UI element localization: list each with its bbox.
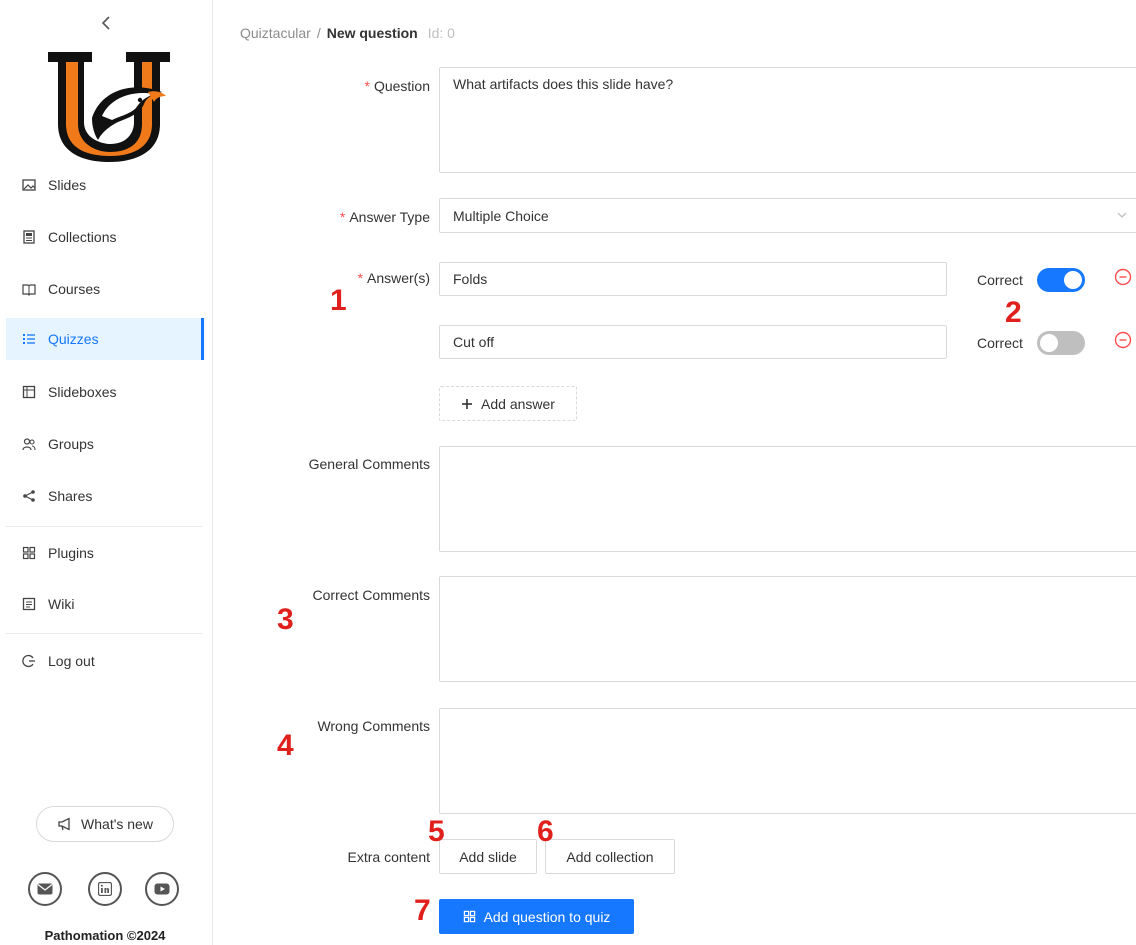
correct-label: Correct	[977, 272, 1023, 288]
extra-content-label: Extra content	[347, 849, 431, 865]
sidebar-item-label: Slideboxes	[48, 384, 117, 400]
sidebar-item-logout[interactable]: Log out	[6, 640, 204, 682]
sidebar-item-label: Courses	[48, 281, 101, 297]
linkedin-icon	[98, 882, 112, 896]
sidebar-item-wiki[interactable]: Wiki	[6, 583, 204, 625]
logout-icon	[22, 654, 36, 668]
answer-type-select[interactable]: Multiple Choice	[439, 198, 1136, 233]
breadcrumb-root-link[interactable]: Quiztacular	[240, 25, 311, 41]
question-textarea[interactable]: What artifacts does this slide have?	[439, 67, 1136, 173]
share-icon	[22, 489, 36, 503]
sidebar-item-plugins[interactable]: Plugins	[6, 532, 204, 574]
plugin-icon	[463, 910, 475, 923]
remove-answer-icon[interactable]	[1114, 268, 1132, 286]
annotation-7: 7	[414, 894, 431, 927]
sidebar-item-label: Wiki	[48, 596, 75, 612]
add-collection-button[interactable]: Add collection	[545, 839, 675, 874]
whats-new-label: What's new	[81, 816, 153, 832]
sidebar-item-slides[interactable]: Slides	[6, 164, 204, 206]
annotation-2: 2	[1005, 296, 1022, 329]
nav-divider	[6, 526, 202, 527]
eagle-logo-icon	[48, 52, 170, 162]
correct-toggle-2[interactable]	[1037, 331, 1085, 355]
whats-new-button[interactable]: What's new	[36, 806, 174, 842]
sidebar-item-label: Groups	[48, 436, 94, 452]
add-question-to-quiz-button[interactable]: Add question to quiz	[439, 899, 634, 934]
annotation-4: 4	[277, 729, 294, 762]
sidebar-item-courses[interactable]: Courses	[6, 268, 204, 310]
correct-comments-textarea[interactable]	[439, 576, 1136, 682]
megaphone-icon	[58, 817, 70, 831]
add-slide-label: Add slide	[459, 848, 517, 865]
nav-divider	[6, 633, 202, 634]
wrong-comments-label: Wrong Comments	[317, 718, 430, 734]
sidebar-item-collections[interactable]: Collections	[6, 216, 204, 258]
linkedin-social-button[interactable]	[88, 872, 122, 906]
add-slide-button[interactable]: Add slide	[439, 839, 537, 874]
sidebar-item-label: Plugins	[48, 545, 94, 561]
chevron-left-icon	[101, 16, 110, 30]
collapse-sidebar-button[interactable]	[96, 12, 116, 34]
copyright-text: Pathomation ©2024	[44, 928, 166, 943]
general-comments-label: General Comments	[308, 456, 430, 472]
email-social-button[interactable]	[28, 872, 62, 906]
wrong-comments-textarea[interactable]	[439, 708, 1136, 814]
annotation-3: 3	[277, 603, 294, 636]
add-answer-button[interactable]: Add answer	[439, 386, 577, 421]
box-icon	[22, 385, 36, 399]
answer-type-value: Multiple Choice	[453, 207, 549, 224]
add-question-to-quiz-label: Add question to quiz	[483, 908, 611, 925]
chevron-down-icon	[1117, 212, 1127, 218]
sidebar-item-label: Shares	[48, 488, 93, 504]
breadcrumb-separator: /	[316, 25, 321, 41]
sidebar-item-shares[interactable]: Shares	[6, 475, 204, 517]
plugin-icon	[22, 546, 36, 560]
answer-input-1[interactable]	[439, 262, 947, 296]
sidebar: Slides Collections Courses Quizzes Slide…	[0, 0, 213, 945]
plus-icon	[462, 398, 473, 409]
list-icon	[22, 332, 36, 346]
remove-answer-icon[interactable]	[1114, 331, 1132, 349]
question-label: * Question	[364, 78, 431, 94]
image-icon	[22, 178, 36, 192]
book-icon	[22, 282, 36, 296]
add-collection-label: Add collection	[566, 848, 654, 865]
general-comments-textarea[interactable]	[439, 446, 1136, 552]
breadcrumb: Quiztacular / New question Id: 0	[240, 25, 455, 41]
sidebar-item-label: Slides	[48, 177, 87, 193]
breadcrumb-current: New question	[326, 25, 418, 41]
sidebar-item-label: Collections	[48, 229, 117, 245]
correct-label: Correct	[977, 335, 1023, 351]
toggle-knob	[1040, 334, 1058, 352]
sidebar-item-label: Quizzes	[48, 331, 99, 347]
question-id: Id: 0	[427, 25, 455, 41]
email-icon	[37, 883, 53, 895]
sidebar-item-quizzes[interactable]: Quizzes	[6, 318, 204, 360]
sidebar-item-groups[interactable]: Groups	[6, 423, 204, 465]
correct-toggle-1[interactable]	[1037, 268, 1085, 292]
youtube-icon	[154, 883, 170, 895]
annotation-6: 6	[537, 815, 554, 848]
youtube-social-button[interactable]	[145, 872, 179, 906]
answer-input-2[interactable]	[439, 325, 947, 359]
annotation-1: 1	[330, 284, 347, 317]
sidebar-item-label: Log out	[48, 653, 95, 669]
correct-comments-label: Correct Comments	[312, 587, 430, 603]
annotation-5: 5	[428, 815, 445, 848]
wiki-icon	[22, 597, 36, 611]
answer-type-label: * Answer Type	[339, 209, 430, 225]
toggle-knob	[1064, 271, 1082, 289]
logo	[44, 48, 174, 166]
collection-icon	[22, 230, 36, 244]
sidebar-item-slideboxes[interactable]: Slideboxes	[6, 371, 204, 413]
users-icon	[22, 437, 36, 451]
add-answer-label: Add answer	[481, 395, 555, 412]
